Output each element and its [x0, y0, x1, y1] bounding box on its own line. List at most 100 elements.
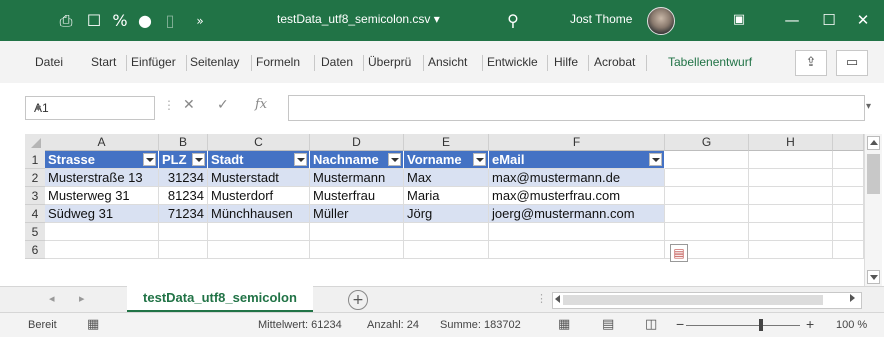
- table-header-cell[interactable]: PLZ: [159, 151, 208, 169]
- cell[interactable]: [665, 187, 749, 205]
- zoom-slider-thumb[interactable]: [759, 319, 763, 331]
- filter-dropdown-icon[interactable]: [388, 153, 401, 166]
- scroll-up-icon[interactable]: [867, 136, 880, 150]
- close-button[interactable]: ✕: [851, 9, 875, 31]
- table-cell[interactable]: Münchhausen: [208, 205, 310, 223]
- tab-ueberpruefen[interactable]: Überprü: [368, 55, 411, 69]
- filter-dropdown-icon[interactable]: [192, 153, 205, 166]
- cell[interactable]: [310, 223, 404, 241]
- expand-formula-bar-icon[interactable]: ▾: [866, 101, 871, 112]
- tab-daten[interactable]: Daten: [321, 55, 353, 69]
- status-count[interactable]: Anzahl: 24: [367, 319, 419, 331]
- column-header-a[interactable]: A: [45, 134, 159, 151]
- ribbon-display-icon[interactable]: ▣: [727, 9, 751, 31]
- table-cell[interactable]: Musterstraße 13: [45, 169, 159, 187]
- tab-entwicklertools[interactable]: Entwickle: [487, 55, 538, 69]
- tab-formeln[interactable]: Formeln: [256, 55, 300, 69]
- table-cell[interactable]: 71234: [159, 205, 208, 223]
- table-header-cell[interactable]: eMail: [489, 151, 665, 169]
- table-cell[interactable]: Jörg: [404, 205, 489, 223]
- zoom-slider[interactable]: [686, 325, 800, 326]
- scroll-down-icon[interactable]: [867, 270, 880, 284]
- table-header-cell[interactable]: Strasse: [45, 151, 159, 169]
- status-sum[interactable]: Summe: 183702: [440, 319, 521, 331]
- tab-einfuegen[interactable]: Einfüger: [131, 55, 176, 69]
- tab-start[interactable]: Start: [91, 55, 116, 69]
- cell[interactable]: [404, 223, 489, 241]
- cell[interactable]: [665, 223, 749, 241]
- add-sheet-icon[interactable]: +: [348, 290, 368, 310]
- avatar[interactable]: [647, 7, 675, 35]
- column-header-f[interactable]: F: [489, 134, 665, 151]
- column-header-e[interactable]: E: [404, 134, 489, 151]
- column-header-d[interactable]: D: [310, 134, 404, 151]
- table-cell[interactable]: Musterstadt: [208, 169, 310, 187]
- cell[interactable]: [404, 241, 489, 259]
- cell[interactable]: [159, 223, 208, 241]
- paste-options-icon[interactable]: ▤: [670, 244, 688, 262]
- scroll-right-icon[interactable]: [850, 294, 855, 302]
- formula-input[interactable]: [288, 95, 865, 121]
- cell[interactable]: [665, 151, 749, 169]
- cell[interactable]: [749, 169, 833, 187]
- page-break-view-icon[interactable]: ◫: [645, 317, 657, 332]
- tab-acrobat[interactable]: Acrobat: [594, 55, 635, 69]
- cell[interactable]: [489, 241, 665, 259]
- cell[interactable]: [749, 151, 833, 169]
- table-cell[interactable]: Maria: [404, 187, 489, 205]
- tab-hilfe[interactable]: Hilfe: [554, 55, 578, 69]
- cell[interactable]: [833, 205, 864, 223]
- cell[interactable]: [749, 241, 833, 259]
- cell[interactable]: [208, 223, 310, 241]
- status-average[interactable]: Mittelwert: 61234: [258, 319, 342, 331]
- comments-button[interactable]: ▭: [836, 50, 868, 76]
- sheet-next-icon[interactable]: ▸: [79, 292, 85, 305]
- window-title[interactable]: testData_utf8_semicolon.csv ▾: [277, 12, 440, 26]
- table-cell[interactable]: joerg@mustermann.com: [489, 205, 665, 223]
- chevron-down-icon[interactable]: ▼: [34, 97, 146, 119]
- drag-handle-icon[interactable]: ⋮: [536, 292, 547, 305]
- cell[interactable]: [665, 205, 749, 223]
- filter-dropdown-icon[interactable]: [649, 153, 662, 166]
- column-header-g[interactable]: G: [665, 134, 749, 151]
- row-header-1[interactable]: 1: [25, 151, 45, 169]
- row-header-6[interactable]: 6: [25, 241, 45, 259]
- table-cell[interactable]: max@musterfrau.com: [489, 187, 665, 205]
- cell[interactable]: [833, 151, 864, 169]
- cell[interactable]: [489, 223, 665, 241]
- paste-icon[interactable]: ▯: [160, 11, 180, 31]
- column-header-b[interactable]: B: [159, 134, 208, 151]
- record-icon[interactable]: ●: [135, 11, 155, 31]
- row-header-4[interactable]: 4: [25, 205, 45, 223]
- tab-datei[interactable]: Datei: [35, 55, 63, 69]
- zoom-out-button[interactable]: −: [676, 316, 684, 332]
- filter-dropdown-icon[interactable]: [473, 153, 486, 166]
- horizontal-scrollbar[interactable]: [552, 292, 862, 309]
- sheet-prev-icon[interactable]: ◂: [49, 292, 55, 305]
- percent-format-icon[interactable]: %: [110, 11, 130, 31]
- cell[interactable]: [749, 187, 833, 205]
- scroll-left-icon[interactable]: [555, 295, 560, 303]
- zoom-level[interactable]: 100 %: [836, 319, 867, 331]
- row-header-3[interactable]: 3: [25, 187, 45, 205]
- cell[interactable]: [833, 223, 864, 241]
- filter-dropdown-icon[interactable]: [143, 153, 156, 166]
- row-header-5[interactable]: 5: [25, 223, 45, 241]
- cell[interactable]: [159, 241, 208, 259]
- table-cell[interactable]: Mustermann: [310, 169, 404, 187]
- table-header-cell[interactable]: Stadt: [208, 151, 310, 169]
- tab-ansicht[interactable]: Ansicht: [428, 55, 467, 69]
- tab-tabellenentwurf[interactable]: Tabellenentwurf: [668, 55, 752, 69]
- table-cell[interactable]: Musterdorf: [208, 187, 310, 205]
- normal-view-icon[interactable]: ▦: [558, 317, 570, 332]
- insert-function-icon[interactable]: fx: [255, 97, 267, 112]
- cell[interactable]: [833, 187, 864, 205]
- cell[interactable]: [749, 205, 833, 223]
- share-button[interactable]: ⇪: [795, 50, 827, 76]
- cell[interactable]: [45, 241, 159, 259]
- maximize-button[interactable]: ☐: [817, 9, 841, 31]
- search-icon[interactable]: ⚲: [503, 11, 523, 31]
- column-header-h[interactable]: H: [749, 134, 833, 151]
- table-cell[interactable]: Südweg 31: [45, 205, 159, 223]
- more-commands-icon[interactable]: »: [190, 11, 210, 31]
